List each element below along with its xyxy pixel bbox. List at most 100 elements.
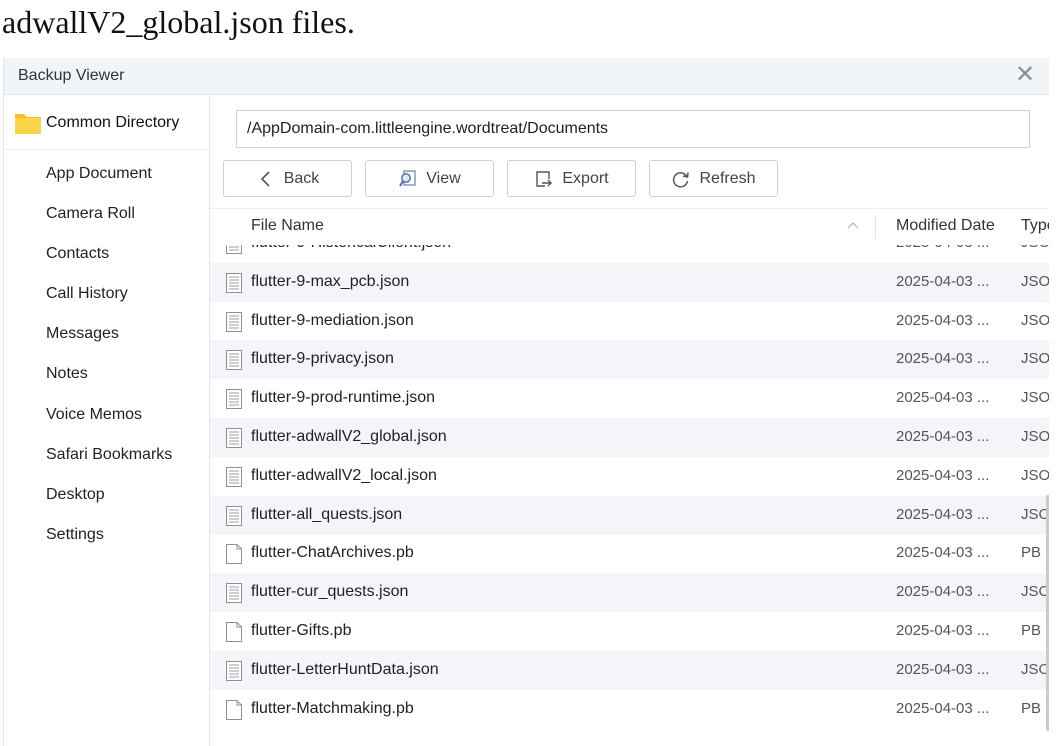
sidebar: Common Directory App Document Camera Rol… — [4, 95, 210, 746]
file-modified-date: 2025-04-03 ... — [896, 660, 990, 678]
file-modified-date: 2025-04-03 ... — [896, 428, 990, 445]
file-name: flutter-9-prod-runtime.json — [251, 389, 436, 407]
sidebar-item-settings[interactable]: Settings — [4, 517, 209, 553]
file-type: JSON — [1021, 660, 1049, 678]
file-type: JSON — [1021, 311, 1049, 329]
text-file-icon — [226, 583, 242, 604]
file-table: File Name Modified Date Type flutter-9-H… — [210, 208, 1049, 746]
table-row[interactable]: flutter-all_quests.json 2025-04-03 ... JSO… — [210, 495, 1049, 535]
close-icon[interactable]: ✕ — [1011, 61, 1039, 89]
table-row[interactable]: flutter-LetterHuntData.json 2025-04-03 ..… — [210, 650, 1049, 690]
table-row[interactable]: flutter-ChatArchives.pb 2025-04-03 ... PB … — [210, 534, 1049, 573]
main-panel: /AppDomain-com.littleengine.wordtreat/Do… — [210, 95, 1049, 746]
file-modified-date: 2025-04-03 ... — [896, 466, 990, 484]
file-modified-date: 2025-04-03 ... — [896, 389, 990, 407]
table-row[interactable]: flutter-adwallV2_global.json 2025-04-03 .… — [210, 418, 1049, 457]
table-header: File Name Modified Date Type — [210, 209, 1049, 245]
table-row[interactable]: flutter-adwallV2_local.json 2025-04-03 ..… — [210, 457, 1049, 496]
view-button[interactable]: View — [365, 160, 494, 197]
blank-file-icon — [226, 699, 242, 720]
file-name: flutter-adwallV2_local.json — [251, 466, 437, 484]
column-header-modified-date[interactable]: Modified Date — [896, 217, 995, 235]
blank-file-icon — [226, 544, 242, 565]
magnifier-document-icon — [398, 169, 418, 189]
text-file-icon — [226, 350, 242, 371]
file-name: flutter-adwallV2_global.json — [251, 428, 447, 445]
text-file-icon — [226, 245, 242, 254]
table-row[interactable]: flutter-Gifts.pb 2025-04-03 ... PB F — [210, 612, 1049, 651]
file-modified-date: 2025-04-03 ... — [896, 245, 989, 251]
sidebar-header-label: Common Directory — [46, 114, 180, 131]
file-name: flutter-LetterHuntData.json — [251, 660, 439, 678]
table-row[interactable]: flutter-9-mediation.json 2025-04-03 ... JS… — [210, 302, 1049, 341]
column-header-file-name[interactable]: File Name — [251, 217, 324, 235]
file-modified-date: 2025-04-03 ... — [896, 350, 990, 368]
file-name: flutter-ChatArchives.pb — [251, 544, 414, 562]
file-name: flutter-9-mediation.json — [251, 311, 414, 329]
file-type: JSON — [1021, 389, 1049, 407]
sort-up-icon[interactable] — [846, 218, 860, 232]
export-button-label: Export — [562, 169, 609, 187]
table-row[interactable]: flutter-Matchmaking.pb 2025-04-03 ... PB F — [210, 690, 1049, 729]
file-modified-date: 2025-04-03 ... — [896, 622, 990, 639]
refresh-button-label: Refresh — [699, 169, 756, 187]
file-modified-date: 2025-04-03 ... — [896, 311, 990, 329]
sidebar-item-call-history[interactable]: Call History — [4, 276, 209, 312]
vertical-scrollbar[interactable] — [1046, 495, 1049, 731]
text-file-icon — [226, 311, 242, 332]
table-row[interactable]: flutter-9-HistoricalClient.json 2025-04-0… — [210, 245, 1049, 263]
path-input[interactable]: /AppDomain-com.littleengine.wordtreat/Do… — [236, 110, 1030, 148]
document-caption: adwallV2_global.json files. — [2, 4, 355, 40]
file-name: flutter-9-max_pcb.json — [251, 272, 410, 290]
sidebar-item-voice-memos[interactable]: Voice Memos — [4, 397, 209, 433]
backup-viewer-window: Backup Viewer ✕ Common Directory App Doc… — [3, 58, 1049, 746]
text-file-icon — [226, 660, 242, 681]
sidebar-item-camera-roll[interactable]: Camera Roll — [4, 196, 209, 232]
blank-file-icon — [226, 622, 242, 642]
chevron-left-icon — [256, 169, 276, 189]
file-modified-date: 2025-04-03 ... — [896, 699, 990, 717]
sidebar-item-contacts[interactable]: Contacts — [4, 236, 209, 272]
file-name: flutter-cur_quests.json — [251, 583, 409, 601]
table-row[interactable]: flutter-9-privacy.json 2025-04-03 ... JSON — [210, 340, 1049, 380]
file-type: JSON — [1021, 272, 1049, 290]
sidebar-header-common-directory[interactable]: Common Directory — [4, 95, 209, 150]
file-modified-date: 2025-04-03 ... — [896, 272, 990, 290]
file-modified-date: 2025-04-03 ... — [896, 583, 990, 601]
back-button-label: Back — [283, 169, 320, 187]
refresh-button[interactable]: Refresh — [649, 160, 778, 197]
back-button[interactable]: Back — [223, 160, 352, 197]
file-type: JSON — [1021, 428, 1049, 445]
column-separator[interactable] — [875, 215, 876, 239]
file-type: PB F — [1021, 699, 1049, 717]
file-type: PB F — [1021, 622, 1049, 639]
table-row[interactable]: flutter-cur_quests.json 2025-04-03 ... JSO… — [210, 573, 1049, 613]
file-type: JSON — [1021, 245, 1049, 251]
file-name: flutter-9-privacy.json — [251, 350, 394, 368]
file-type: JSON — [1021, 505, 1049, 523]
file-type: PB F — [1021, 544, 1049, 562]
table-row[interactable]: flutter-9-max_pcb.json 2025-04-03 ... JSON — [210, 262, 1049, 302]
sidebar-item-notes[interactable]: Notes — [4, 356, 209, 392]
view-button-label: View — [426, 169, 461, 187]
table-body: flutter-9-HistoricalClient.json 2025-04-0… — [210, 245, 1049, 746]
file-name: flutter-9-HistoricalClient.json — [251, 245, 451, 252]
title-bar: Backup Viewer ✕ — [4, 58, 1049, 95]
table-row[interactable]: flutter-9-prod-runtime.json 2025-04-03 ..… — [210, 379, 1049, 418]
file-type: JSON — [1021, 583, 1049, 601]
export-button[interactable]: Export — [507, 160, 636, 197]
file-type: JSON — [1021, 350, 1049, 368]
text-file-icon — [226, 428, 242, 448]
sidebar-item-app-document[interactable]: App Document — [4, 156, 209, 192]
sidebar-item-messages[interactable]: Messages — [4, 316, 209, 352]
text-file-icon — [226, 389, 242, 410]
text-file-icon — [226, 466, 242, 487]
export-icon — [534, 169, 554, 189]
sidebar-item-desktop[interactable]: Desktop — [4, 477, 209, 513]
text-file-icon — [226, 505, 242, 526]
column-header-type[interactable]: Type — [1021, 217, 1049, 235]
sidebar-item-safari-bookmarks[interactable]: Safari Bookmarks — [4, 437, 209, 473]
file-name: flutter-Matchmaking.pb — [251, 699, 414, 717]
folder-icon — [15, 114, 41, 134]
text-file-icon — [226, 272, 242, 293]
